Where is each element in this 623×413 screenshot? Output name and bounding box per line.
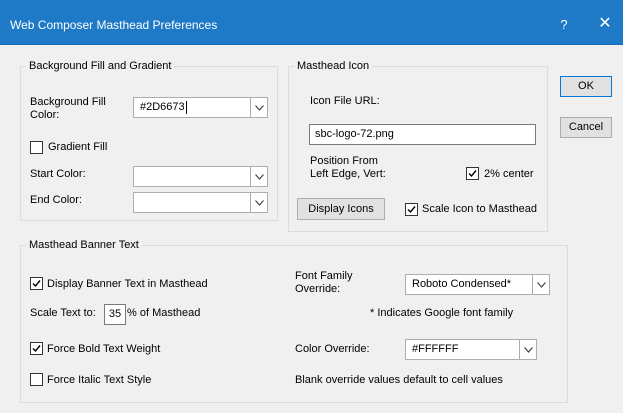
chevron-down-icon[interactable] — [519, 340, 536, 359]
fill-color-select[interactable]: #2D6673 — [133, 97, 268, 118]
font-family-label: Font Family Override: — [295, 270, 353, 295]
masthead-icon-legend: Masthead Icon — [294, 60, 373, 72]
scale-icon-label: Scale Icon to Masthead — [422, 203, 537, 215]
force-italic-checkbox[interactable] — [30, 373, 43, 386]
force-bold-label: Force Bold Text Weight — [47, 343, 161, 355]
icon-url-input[interactable]: sbc-logo-72.png — [309, 124, 536, 145]
check-icon — [32, 345, 41, 353]
cancel-button[interactable]: Cancel — [560, 117, 612, 138]
scale-icon-checkbox[interactable] — [405, 203, 418, 216]
force-italic-label: Force Italic Text Style — [47, 374, 152, 386]
banner-text-legend: Masthead Banner Text — [26, 239, 142, 251]
gradient-fill-checkbox[interactable] — [30, 141, 43, 154]
color-override-label: Color Override: — [295, 343, 370, 355]
chevron-down-icon[interactable] — [250, 167, 267, 186]
chevron-down-icon[interactable] — [532, 275, 549, 294]
chevron-down-icon[interactable] — [250, 193, 267, 212]
font-family-value: Roboto Condensed* — [412, 278, 512, 290]
fill-color-label: Background Fill Color: — [30, 96, 106, 121]
display-banner-label: Display Banner Text in Masthead — [47, 278, 208, 290]
center-checkbox[interactable] — [466, 167, 479, 180]
window-title: Web Composer Masthead Preferences — [10, 18, 218, 32]
ok-button[interactable]: OK — [560, 76, 612, 97]
background-fill-legend: Background Fill and Gradient — [26, 60, 175, 72]
fill-color-value: #2D6673 — [140, 100, 187, 114]
center-label: 2% center — [484, 168, 534, 180]
start-color-label: Start Color: — [30, 168, 86, 180]
gradient-fill-label: Gradient Fill — [48, 141, 108, 153]
color-override-select[interactable]: #FFFFFF — [405, 339, 537, 360]
scale-text-label: Scale Text to: — [30, 307, 96, 319]
scale-text-input[interactable]: 35 — [104, 304, 126, 325]
force-bold-checkbox[interactable] — [30, 342, 43, 355]
check-icon — [32, 280, 41, 288]
end-color-select[interactable] — [133, 192, 268, 213]
display-banner-checkbox[interactable] — [30, 277, 43, 290]
font-family-select[interactable]: Roboto Condensed* — [405, 274, 550, 295]
cancel-button-label: Cancel — [568, 121, 604, 133]
color-override-value: #FFFFFF — [412, 343, 459, 355]
check-icon — [468, 170, 477, 178]
display-icons-label: Display Icons — [308, 203, 374, 215]
google-font-note: * Indicates Google font family — [370, 307, 514, 319]
icon-url-label: Icon File URL: — [310, 95, 380, 107]
help-icon[interactable]: ? — [553, 15, 575, 35]
blank-override-note: Blank override values default to cell va… — [295, 374, 503, 386]
title-bar: Web Composer Masthead Preferences ? ✕ — [0, 0, 623, 45]
close-icon[interactable]: ✕ — [592, 13, 618, 35]
display-icons-button[interactable]: Display Icons — [297, 198, 385, 220]
start-color-select[interactable] — [133, 166, 268, 187]
chevron-down-icon[interactable] — [250, 98, 267, 117]
check-icon — [407, 206, 416, 214]
end-color-label: End Color: — [30, 194, 82, 206]
scale-text-suffix: % of Masthead — [127, 307, 201, 319]
position-label: Position From Left Edge, Vert: — [310, 155, 386, 180]
ok-button-label: OK — [578, 80, 594, 92]
